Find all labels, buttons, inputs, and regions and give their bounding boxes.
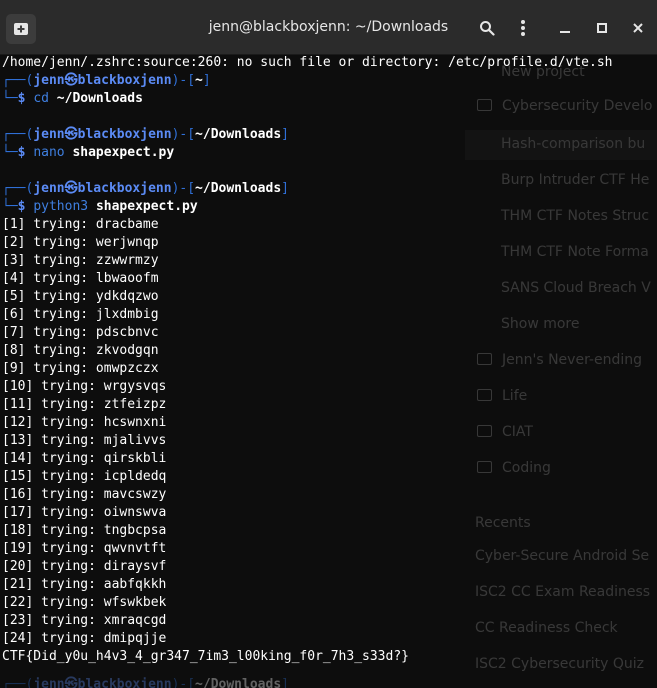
output-line: [13] trying: mjalivvs	[2, 433, 167, 448]
output-line: [5] trying: ydkdqzwo	[2, 289, 159, 304]
output-line: [3] trying: zzwwrmzy	[2, 253, 159, 268]
background-item: SANS Cloud Breach V	[501, 280, 651, 296]
folder-icon	[477, 461, 492, 473]
background-item: Burp Intruder CTF He	[501, 172, 650, 188]
output-line: [12] trying: hcswnxni	[2, 415, 167, 430]
output-line: [22] trying: wfswkbek	[2, 595, 167, 610]
output-line: [9] trying: omwpzczx	[2, 361, 159, 376]
background-item: Jenn's Never-ending	[477, 352, 642, 368]
kebab-menu-icon	[521, 20, 525, 36]
output-line: [17] trying: oiwnswva	[2, 505, 167, 520]
prompt-command: └─$ nano shapexpect.py	[2, 145, 175, 160]
folder-icon	[477, 425, 492, 437]
output-line: [4] trying: lbwaoofm	[2, 271, 159, 286]
prompt-header: ┌──(jenn㉿blackboxjenn)-[~/Downloads]	[2, 127, 289, 142]
cutoff-prompt-text: ┌──(jenn㉿blackboxjenn)-[~/Downloads]	[2, 677, 289, 688]
maximize-icon	[597, 23, 607, 33]
output-line: [23] trying: xmraqcgd	[2, 613, 167, 628]
output-line: [7] trying: pdscbnvc	[2, 325, 159, 340]
folder-icon	[477, 389, 492, 401]
close-button[interactable]	[628, 18, 648, 38]
search-icon	[480, 21, 495, 36]
background-item: Cybersecurity Develo	[477, 98, 652, 114]
background-item: Coding	[477, 460, 551, 476]
background-section-heading: Recents	[475, 515, 531, 531]
background-item: CIAT	[477, 424, 533, 440]
error-line: /home/jenn/.zshrc:source:260: no such fi…	[2, 55, 613, 70]
background-item: Life	[477, 388, 527, 404]
background-item: Hash-comparison bu	[501, 136, 646, 152]
background-item: ISC2 CC Exam Readiness	[475, 584, 651, 600]
minimize-icon	[560, 31, 570, 33]
output-line: [24] trying: dmipqjje	[2, 631, 167, 646]
title-bar: jenn@blackboxjenn: ~/Downloads	[0, 0, 657, 55]
folder-icon	[477, 353, 492, 365]
output-line: [19] trying: qwvnvtft	[2, 541, 167, 556]
prompt-command: └─$ python3 shapexpect.py	[2, 199, 198, 214]
minimize-button[interactable]	[555, 18, 575, 38]
output-line: [20] trying: diraysvf	[2, 559, 167, 574]
cutoff-prompt: ┌──(jenn㉿blackboxjenn)-[~/Downloads]	[0, 676, 300, 688]
output-line: [8] trying: zkvodgqn	[2, 343, 159, 358]
folder-icon	[477, 99, 492, 111]
close-icon	[633, 23, 643, 33]
output-line: [18] trying: tngbcpsa	[2, 523, 167, 538]
prompt-header: ┌──(jenn㉿blackboxjenn)-[~/Downloads]	[2, 181, 289, 196]
output-line: [1] trying: dracbame	[2, 217, 159, 232]
output-line: [11] trying: ztfeizpz	[2, 397, 167, 412]
terminal-window: New project Cybersecurity Develo Hash-co…	[0, 0, 657, 688]
output-line: [10] trying: wrgysvqs	[2, 379, 167, 394]
output-line: [15] trying: icpldedq	[2, 469, 167, 484]
maximize-button[interactable]	[592, 18, 612, 38]
background-item: Show more	[501, 316, 580, 332]
background-item: ISC2 Cybersecurity Quiz	[475, 656, 644, 672]
output-line: [14] trying: qirskbli	[2, 451, 167, 466]
background-chat-sidebar: New project Cybersecurity Develo Hash-co…	[465, 54, 657, 688]
output-line: [16] trying: mavcswzy	[2, 487, 167, 502]
menu-button[interactable]	[513, 18, 533, 38]
background-item: CC Readiness Check	[475, 620, 618, 636]
ctf-flag: CTF{Did_y0u_h4v3_4_gr347_7im3_l00king_f0…	[2, 649, 409, 664]
output-line: [6] trying: jlxdmbig	[2, 307, 159, 322]
background-selected-row	[465, 130, 657, 160]
search-button[interactable]	[477, 18, 497, 38]
output-line: [21] trying: aabfqkkh	[2, 577, 167, 592]
prompt-command: └─$ cd ~/Downloads	[2, 91, 143, 106]
background-item: THM CTF Notes Struc	[501, 208, 650, 224]
background-item: THM CTF Note Forma	[501, 244, 649, 260]
background-item: Cyber-Secure Android Se	[475, 548, 650, 564]
prompt-header: ┌──(jenn㉿blackboxjenn)-[~]	[2, 73, 211, 88]
output-line: [2] trying: werjwnqp	[2, 235, 159, 250]
